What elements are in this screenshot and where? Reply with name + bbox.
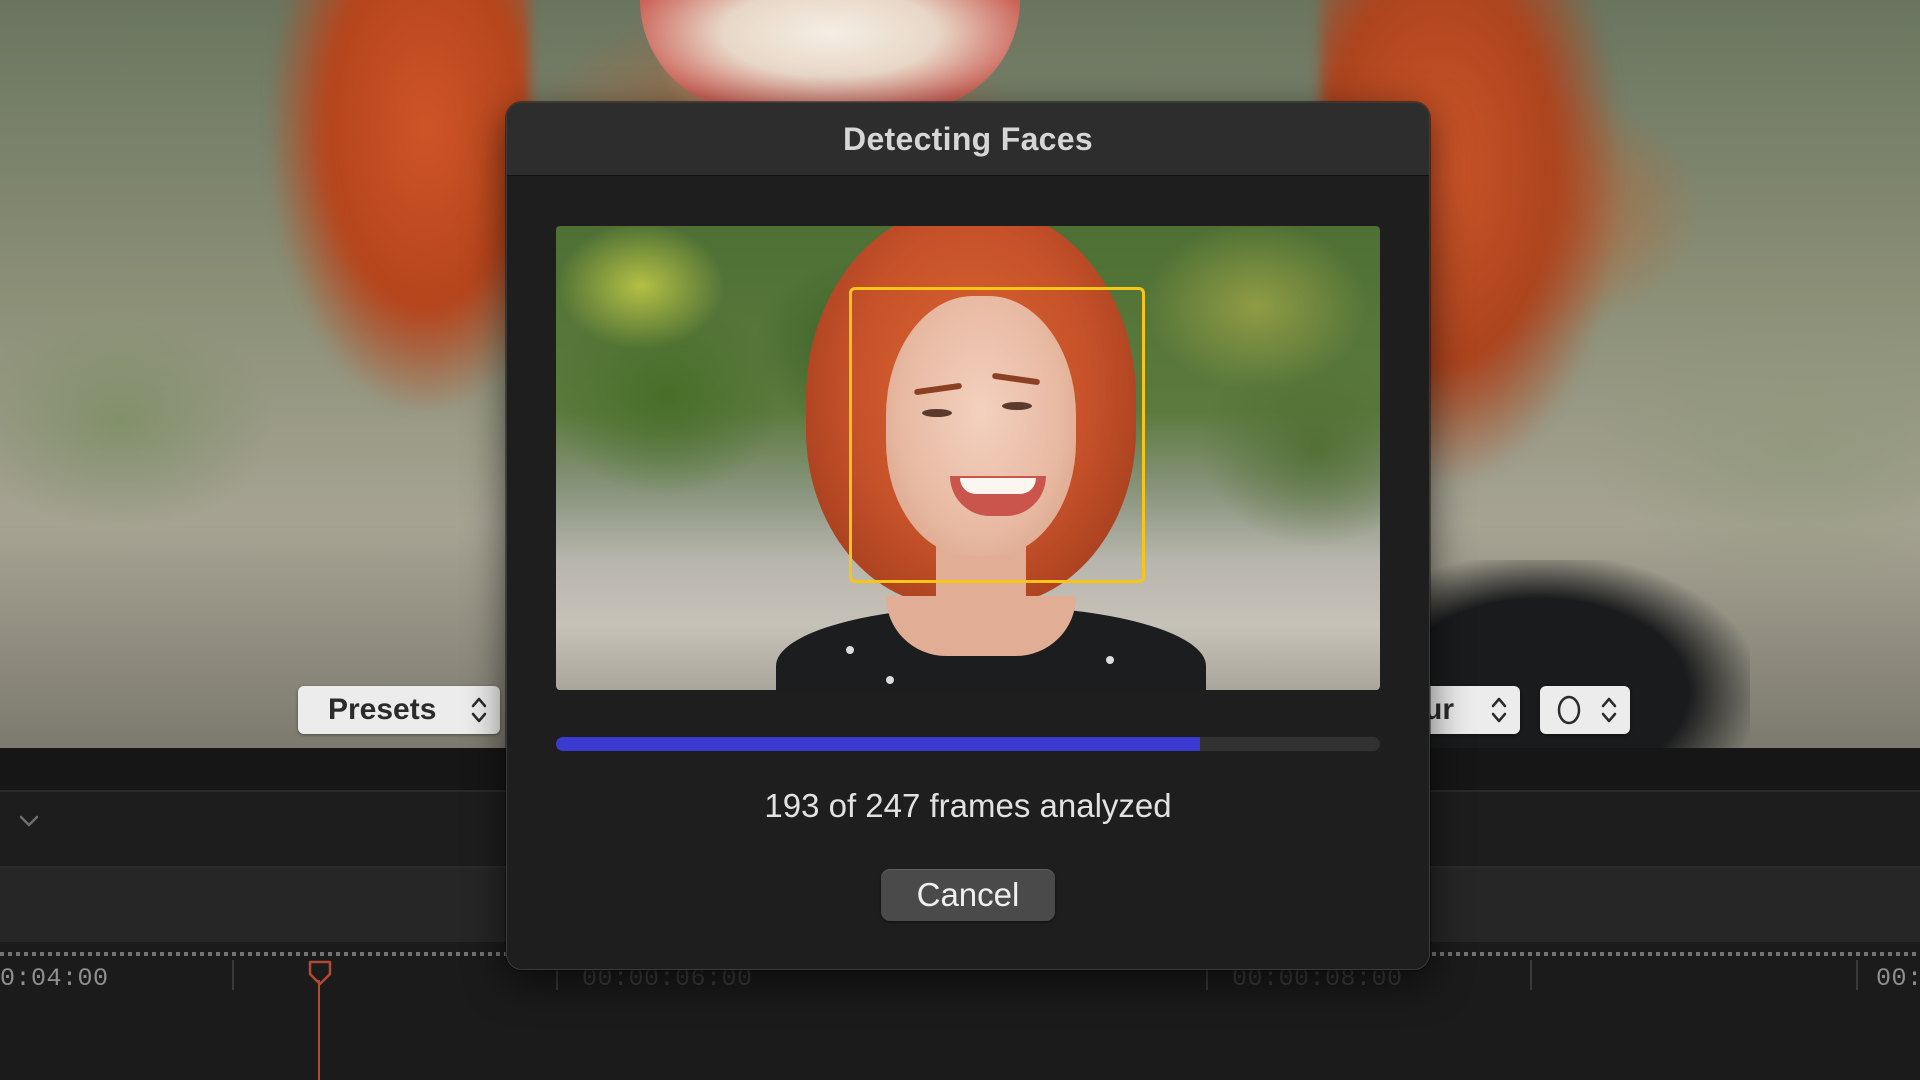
presets-popup[interactable]: Presets bbox=[298, 686, 500, 734]
timecode-label: 00: bbox=[1876, 964, 1920, 993]
dialog-titlebar: Detecting Faces bbox=[507, 103, 1429, 176]
dialog-title: Detecting Faces bbox=[843, 120, 1093, 157]
chevron-up-down-icon bbox=[1491, 697, 1507, 723]
app-window: Presets ur 0:04:00 00:00:06:00 00:00:08:… bbox=[0, 0, 1920, 1080]
oval-shape-icon bbox=[1557, 695, 1581, 725]
viewer-background-image bbox=[270, 0, 530, 410]
face-detection-box bbox=[849, 287, 1145, 583]
timecode-label: 0:04:00 bbox=[0, 964, 109, 993]
preview-image bbox=[886, 676, 894, 684]
ruler-tick bbox=[1530, 960, 1532, 990]
frames-status-text: 193 of 247 frames analyzed bbox=[764, 787, 1172, 824]
chevron-up-down-icon bbox=[1601, 697, 1617, 723]
cancel-button[interactable]: Cancel bbox=[881, 869, 1055, 921]
chevron-up-down-icon bbox=[471, 697, 487, 723]
progress-fill bbox=[556, 737, 1200, 751]
viewer-background-image bbox=[640, 0, 1020, 110]
playhead-icon[interactable] bbox=[307, 960, 333, 986]
detecting-faces-dialog: Detecting Faces 193 of 247 frames analyz… bbox=[506, 102, 1430, 970]
preview-image bbox=[846, 646, 854, 654]
presets-label: Presets bbox=[328, 693, 437, 726]
ruler-tick bbox=[232, 960, 234, 990]
chevron-down-icon[interactable] bbox=[18, 814, 40, 828]
shape-popup[interactable] bbox=[1540, 686, 1630, 734]
preview-image bbox=[1106, 656, 1114, 664]
playhead-line bbox=[318, 980, 320, 1080]
frame-preview bbox=[556, 226, 1380, 690]
playhead[interactable] bbox=[308, 960, 332, 1080]
progress-bar bbox=[556, 737, 1380, 751]
preview-image bbox=[886, 596, 1076, 656]
ruler-tick bbox=[1856, 960, 1858, 990]
